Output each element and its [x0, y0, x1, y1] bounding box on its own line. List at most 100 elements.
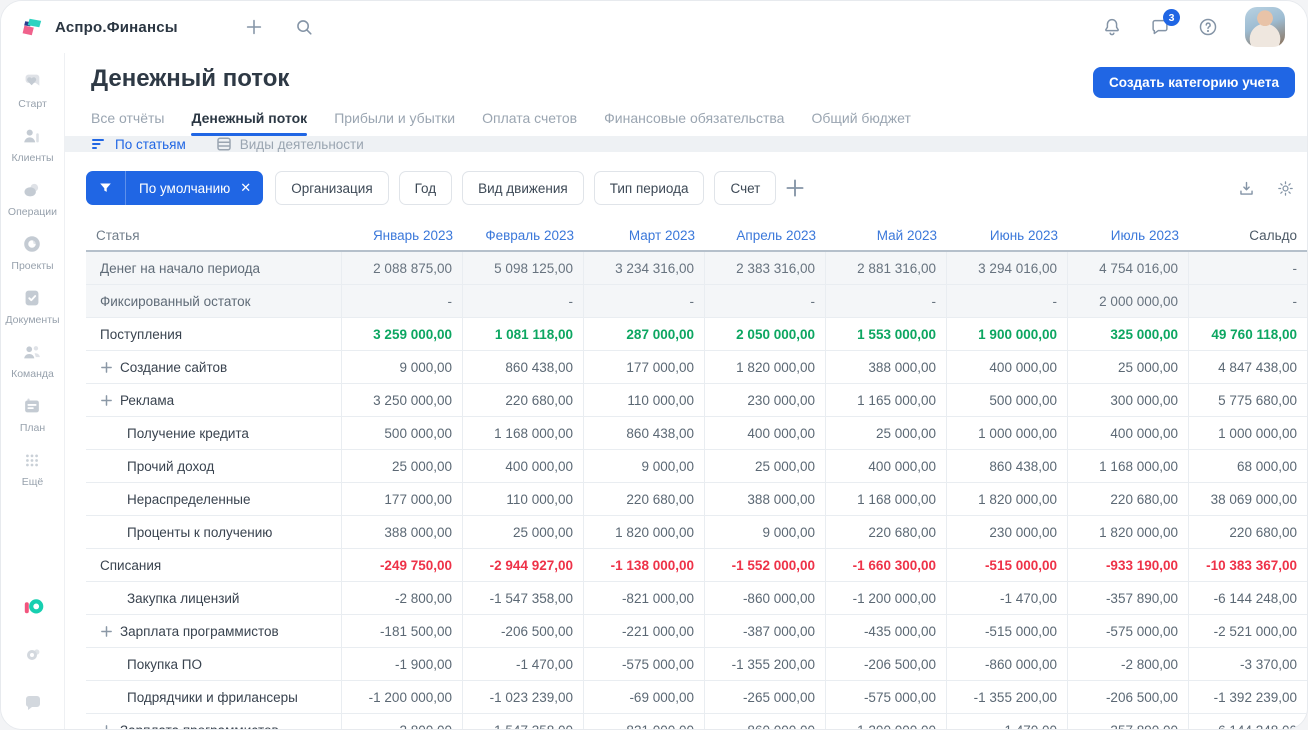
- add-filter-icon[interactable]: [782, 175, 808, 201]
- row-label: Подрядчики и фрилансеры: [127, 689, 298, 705]
- tab-3[interactable]: Оплата счетов: [482, 110, 577, 136]
- create-category-button[interactable]: Создать категорию учета: [1093, 67, 1295, 98]
- start-icon: [21, 71, 43, 93]
- column-header-month[interactable]: Июль 2023: [1068, 220, 1189, 250]
- report-tabs: Все отчёты Денежный поток Прибыли и убытки…: [91, 110, 1295, 136]
- tab-2[interactable]: Прибыли и убытки: [334, 110, 455, 136]
- filter-chip[interactable]: Год: [398, 171, 453, 205]
- month-value-cell: 400 000,00: [1068, 417, 1189, 449]
- month-value-cell: 5 098 125,00: [463, 252, 584, 284]
- filter-chip[interactable]: Вид движения: [462, 171, 584, 205]
- expand-plus-icon[interactable]: [100, 361, 113, 374]
- support-chat-icon[interactable]: [21, 691, 45, 715]
- month-value-cell: 25 000,00: [463, 516, 584, 548]
- filter-chip[interactable]: Счет: [714, 171, 777, 205]
- sidebar-item-team[interactable]: Команда: [5, 341, 59, 380]
- row-label-cell[interactable]: Реклама: [86, 384, 342, 416]
- subtab-activity-types[interactable]: Виды деятельности: [216, 136, 364, 152]
- table-row: Создание сайтов 9 000,00 860 438,00 177 000…: [86, 351, 1307, 384]
- column-header-month[interactable]: Июнь 2023: [947, 220, 1068, 250]
- sidebar-nav: Старт Клиенты Операции Проекты Документы Кома…: [5, 71, 60, 503]
- row-label-cell[interactable]: Фиксированный остаток: [86, 285, 342, 317]
- month-value-cell: 2 050 000,00: [705, 318, 826, 350]
- sidebar-item-projects[interactable]: Проекты: [5, 233, 59, 272]
- column-header-month[interactable]: Март 2023: [584, 220, 705, 250]
- sidebar-item-plan[interactable]: План: [5, 395, 59, 434]
- expand-plus-icon[interactable]: [100, 625, 113, 638]
- bell-icon[interactable]: [1101, 16, 1123, 38]
- month-value-cell: -1 200 000,00: [826, 582, 947, 614]
- row-label: Реклама: [120, 392, 175, 408]
- column-header-month[interactable]: Февраль 2023: [463, 220, 584, 250]
- column-header-article: Статья: [96, 227, 140, 243]
- main-content: Денежный поток Создать категорию учета В…: [65, 53, 1307, 729]
- row-label-cell[interactable]: Нераспределенные: [86, 483, 342, 515]
- add-icon[interactable]: [243, 16, 265, 38]
- month-value-cell: -: [826, 285, 947, 317]
- month-value-cell: 325 000,00: [1068, 318, 1189, 350]
- row-label-cell[interactable]: Покупка ПО: [86, 648, 342, 680]
- month-value-cell: 388 000,00: [705, 483, 826, 515]
- month-value-cell: 1 820 000,00: [947, 483, 1068, 515]
- column-header-month[interactable]: Апрель 2023: [705, 220, 826, 250]
- filter-lines-icon: [91, 136, 107, 152]
- expand-plus-icon[interactable]: [100, 394, 113, 407]
- saldo-value-cell: 220 680,00: [1229, 524, 1297, 540]
- month-value-cell: -821 000,00: [584, 714, 705, 729]
- month-value-cell: -2 800,00: [342, 582, 463, 614]
- sidebar-item-documents[interactable]: Документы: [5, 287, 60, 326]
- download-icon[interactable]: [1237, 179, 1256, 198]
- row-label-cell[interactable]: Зарплата программистов: [86, 615, 342, 647]
- search-icon[interactable]: [293, 16, 315, 38]
- row-label: Закупка лицензий: [127, 590, 240, 606]
- help-icon[interactable]: [1197, 16, 1219, 38]
- saldo-value-cell: -: [1292, 260, 1298, 276]
- settings-gear-icon[interactable]: [21, 643, 45, 667]
- filter-chip[interactable]: Тип периода: [593, 171, 705, 205]
- month-value-cell: -357 890,00: [1068, 582, 1189, 614]
- column-header-month[interactable]: Май 2023: [826, 220, 947, 250]
- tab-5[interactable]: Общий бюджет: [811, 110, 910, 136]
- row-label-cell[interactable]: Создание сайтов: [86, 351, 342, 383]
- product-logo-icon[interactable]: [21, 595, 45, 619]
- row-label-cell[interactable]: Закупка лицензий: [86, 582, 342, 614]
- operations-icon: [21, 179, 43, 201]
- table-row: Получение кредита 500 000,00 1 168 000,00 8…: [86, 417, 1307, 450]
- row-label-cell[interactable]: Проценты к получению: [86, 516, 342, 548]
- row-label-cell[interactable]: Денег на начало периода: [86, 252, 342, 284]
- gear-icon[interactable]: [1276, 179, 1295, 198]
- row-label-cell[interactable]: Списания: [86, 549, 342, 581]
- column-header-month[interactable]: Январь 2023: [342, 220, 463, 250]
- sidebar-item-more[interactable]: Ещё: [5, 449, 59, 488]
- row-label-cell[interactable]: Зарплата программистов: [86, 714, 342, 729]
- month-value-cell: 1 820 000,00: [1068, 516, 1189, 548]
- tab-4[interactable]: Финансовые обязательства: [604, 110, 784, 136]
- saldo-value-cell: 68 000,00: [1236, 458, 1297, 474]
- sidebar-item-operations[interactable]: Операции: [5, 179, 59, 218]
- row-label-cell[interactable]: Поступления: [86, 318, 342, 350]
- clear-filter-icon[interactable]: ✕: [238, 180, 263, 196]
- sidebar-item-start[interactable]: Старт: [5, 71, 59, 110]
- month-value-cell: 230 000,00: [947, 516, 1068, 548]
- month-value-cell: 220 680,00: [826, 516, 947, 548]
- expand-plus-icon[interactable]: [100, 724, 113, 729]
- month-value-cell: 25 000,00: [1068, 351, 1189, 383]
- month-value-cell: -1 547 358,00: [463, 714, 584, 729]
- month-value-cell: -: [463, 285, 584, 317]
- user-avatar[interactable]: [1245, 7, 1285, 47]
- sidebar-item-clients[interactable]: Клиенты: [5, 125, 59, 164]
- row-label-cell[interactable]: Получение кредита: [86, 417, 342, 449]
- month-value-cell: 220 680,00: [463, 384, 584, 416]
- filter-chip[interactable]: Организация: [275, 171, 389, 205]
- table-row: Закупка лицензий -2 800,00 -1 547 358,00 -8…: [86, 582, 1307, 615]
- month-value-cell: -1 023 239,00: [463, 681, 584, 713]
- funnel-icon[interactable]: [86, 171, 126, 205]
- tab-cashflow-active[interactable]: Денежный поток: [191, 110, 307, 136]
- active-filter-button[interactable]: По умолчанию ✕: [86, 171, 264, 205]
- row-label-cell[interactable]: Прочий доход: [86, 450, 342, 482]
- subtab-by-articles[interactable]: По статьям: [91, 136, 186, 152]
- tab-0[interactable]: Все отчёты: [91, 110, 164, 136]
- table-row: Покупка ПО -1 900,00 -1 470,00 -575 000,00-…: [86, 648, 1307, 681]
- row-label-cell[interactable]: Подрядчики и фрилансеры: [86, 681, 342, 713]
- month-value-cell: -: [705, 285, 826, 317]
